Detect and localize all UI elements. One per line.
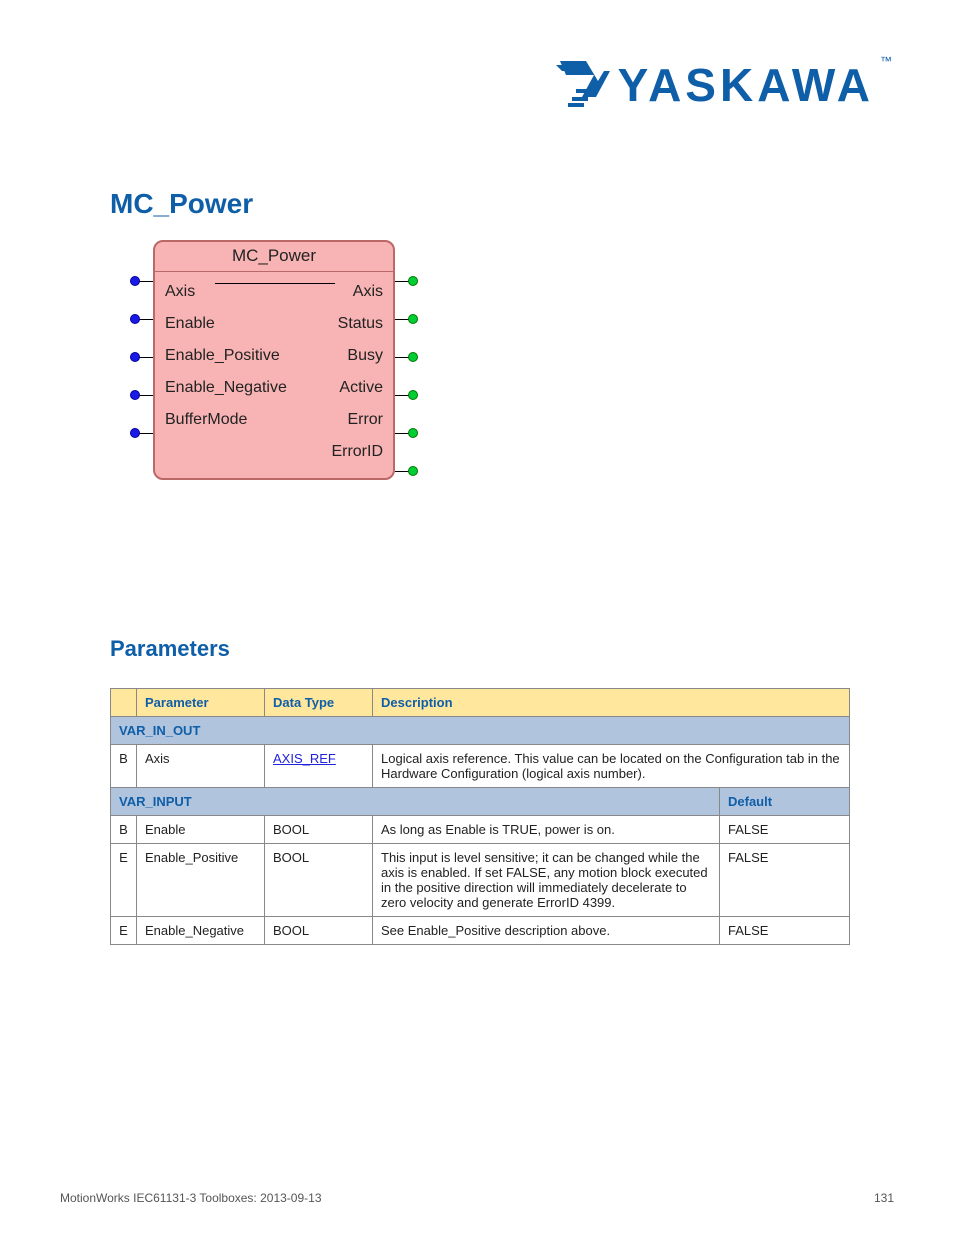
table-cell: Enable_Positive [137,844,265,917]
table-cell: BOOL [265,816,373,844]
page-title: MC_Power [110,188,253,220]
footer-page-number: 131 [874,1191,894,1205]
fb-output-label: Status [338,315,383,333]
fb-output-label: Active [339,379,383,397]
table-row: B Enable BOOL As long as Enable is TRUE,… [111,816,850,844]
table-cell: See Enable_Positive description above. [373,917,720,945]
fb-output-label: Axis [353,283,383,301]
table-cell: Logical axis reference. This value can b… [373,745,850,788]
table-cell: FALSE [720,844,850,917]
table-header-cell: Parameter [137,689,265,717]
table-cell: This input is level sensitive; it can be… [373,844,720,917]
logo-mark-icon [556,59,610,112]
table-section-label: VAR_INPUT [111,788,720,816]
table-section-row: VAR_INPUT Default [111,788,850,816]
fb-output-label: Error [347,411,383,429]
logo-text: YASKAWA [618,58,874,112]
output-port-icon [408,314,418,324]
table-cell: Enable_Negative [137,917,265,945]
table-row: E Enable_Positive BOOL This input is lev… [111,844,850,917]
table-cell: BOOL [265,917,373,945]
trademark-icon: ™ [880,54,892,68]
function-block-diagram: MC_Power Axis Axis Enable Status Enable_… [130,240,418,480]
fb-input-label: BufferMode [165,411,247,429]
table-section-label: VAR_IN_OUT [111,717,850,745]
fb-input-label: Enable [165,315,215,333]
input-port-icon [130,352,140,362]
input-port-icon [130,276,140,286]
function-block-box: MC_Power Axis Axis Enable Status Enable_… [153,240,395,480]
table-cell: FALSE [720,816,850,844]
page-footer: MotionWorks IEC61131-3 Toolboxes: 2013-0… [60,1191,894,1205]
output-port-icon [408,352,418,362]
fb-input-label: Enable_Negative [165,379,287,397]
output-port-icon [408,466,418,476]
footer-left-text: MotionWorks IEC61131-3 Toolboxes: 2013-0… [60,1191,322,1205]
axis-ref-link[interactable]: AXIS_REF [273,751,336,766]
input-port-icon [130,390,140,400]
output-port-icon [408,390,418,400]
output-port-icon [408,428,418,438]
table-cell: E [111,917,137,945]
table-header-cell [111,689,137,717]
table-cell: B [111,816,137,844]
table-cell: E [111,844,137,917]
fb-output-label: Busy [347,347,383,365]
table-section-row: VAR_IN_OUT [111,717,850,745]
table-row: B Axis AXIS_REF Logical axis reference. … [111,745,850,788]
input-port-icon [130,314,140,324]
table-header-row: Parameter Data Type Description [111,689,850,717]
table-cell: BOOL [265,844,373,917]
table-cell: Enable [137,816,265,844]
parameters-heading: Parameters [110,636,230,662]
table-cell: Axis [137,745,265,788]
fb-output-label: ErrorID [331,443,383,461]
table-header-cell: Description [373,689,850,717]
function-block-title: MC_Power [155,242,393,272]
table-section-label: Default [720,788,850,816]
table-cell: AXIS_REF [265,745,373,788]
output-port-icon [408,276,418,286]
fb-input-label: Axis [165,283,195,301]
brand-logo: YASKAWA ™ [556,58,894,112]
table-cell: B [111,745,137,788]
table-cell: FALSE [720,917,850,945]
table-cell: As long as Enable is TRUE, power is on. [373,816,720,844]
fb-input-label: Enable_Positive [165,347,280,365]
parameters-table: Parameter Data Type Description VAR_IN_O… [110,688,850,945]
table-header-cell: Data Type [265,689,373,717]
table-row: E Enable_Negative BOOL See Enable_Positi… [111,917,850,945]
input-port-icon [130,428,140,438]
